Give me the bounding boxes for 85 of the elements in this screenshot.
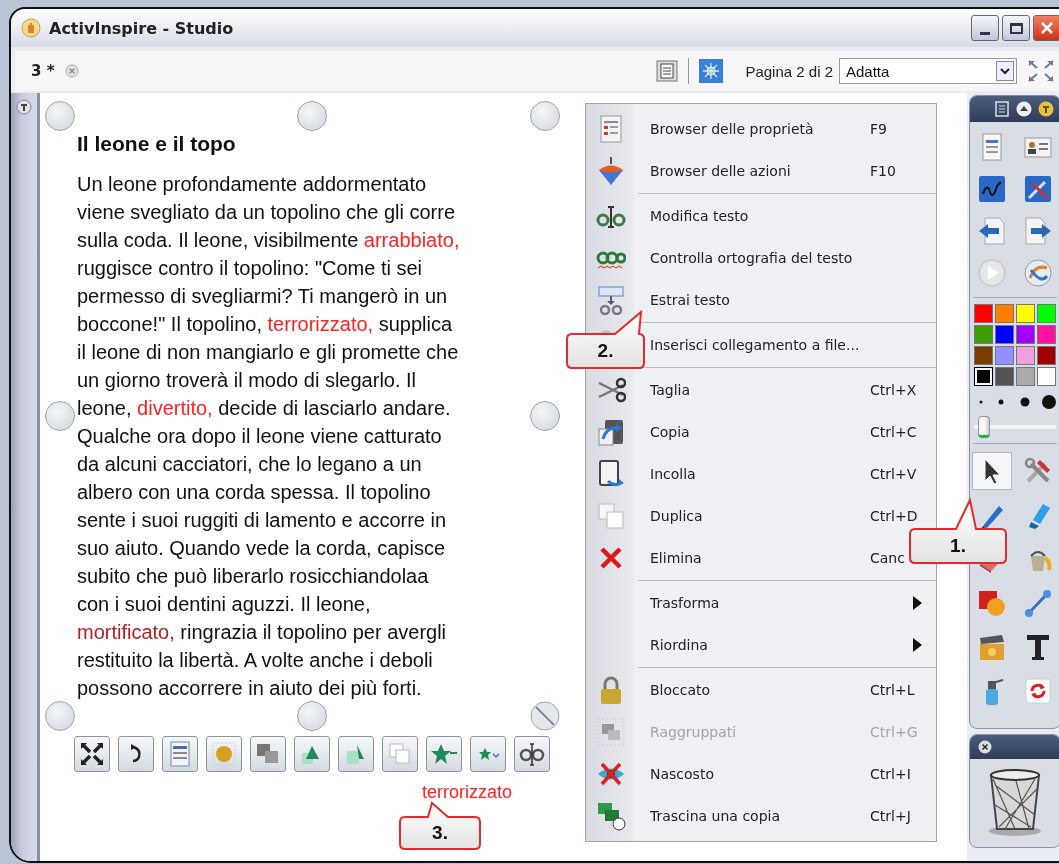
- resize-handle[interactable]: [530, 101, 560, 131]
- rotate-handle-icon[interactable]: [530, 701, 560, 731]
- resize-handle[interactable]: [530, 401, 560, 431]
- close-button[interactable]: [1033, 15, 1059, 41]
- caret-icon: [996, 61, 1014, 81]
- drag-copy-icon: [596, 801, 626, 831]
- menu-item[interactable]: Browser delle proprietà F9: [586, 108, 936, 150]
- maximize-button[interactable]: [1002, 15, 1030, 41]
- callout-tooltip: 2.: [565, 310, 647, 370]
- dragged-text: terrorizzato: [422, 781, 513, 803]
- menu-item[interactable]: Modifica testo: [586, 195, 936, 237]
- color-swatch[interactable]: [1037, 367, 1056, 386]
- menu-item[interactable]: Bloccato Ctrl+L: [586, 669, 936, 711]
- tools-icon: [1023, 174, 1053, 204]
- color-swatch[interactable]: [995, 304, 1014, 323]
- color-swatch[interactable]: [995, 325, 1014, 344]
- color-swatch[interactable]: [1016, 346, 1035, 365]
- menu-item[interactable]: Incolla Ctrl+V: [586, 453, 936, 495]
- color-swatch[interactable]: [1016, 325, 1035, 344]
- color-swatch[interactable]: [974, 346, 993, 365]
- color-swatch[interactable]: [1037, 325, 1056, 344]
- group-icon: [596, 717, 626, 747]
- menu-item[interactable]: Trasforma: [586, 582, 936, 624]
- connector-icon: [1023, 588, 1053, 618]
- color-swatch[interactable]: [974, 367, 993, 386]
- clapperboard-icon: [977, 632, 1007, 662]
- resize-handle[interactable]: [297, 101, 327, 131]
- window-title: ActivInspire - Studio: [49, 18, 234, 38]
- page-icon[interactable]: [994, 101, 1010, 117]
- color-swatch[interactable]: [995, 367, 1014, 386]
- network-icon[interactable]: [699, 59, 724, 83]
- minimize-button[interactable]: [971, 15, 999, 41]
- play-icon: [977, 258, 1007, 288]
- color-swatch[interactable]: [1016, 304, 1035, 323]
- extract-icon: [596, 285, 626, 315]
- submenu-arrow-icon: [913, 596, 922, 610]
- paste-icon: [596, 459, 626, 489]
- zoom-dropdown[interactable]: Adatta: [839, 58, 1017, 84]
- text-title: Il leone e il topo: [77, 131, 237, 157]
- menu-item[interactable]: Trascina una copia Ctrl+J: [586, 795, 936, 837]
- color-swatch[interactable]: [1037, 304, 1056, 323]
- menu-item[interactable]: Duplica Ctrl+D: [586, 495, 936, 537]
- previous-page-icon: [977, 216, 1007, 246]
- menu-item[interactable]: Browser delle azioni F10: [586, 150, 936, 192]
- menu-item[interactable]: Taglia Ctrl+X: [586, 369, 936, 411]
- color-swatch[interactable]: [1016, 367, 1035, 386]
- page-tab[interactable]: 3 *: [15, 54, 59, 88]
- duplicate-icon: [596, 501, 626, 531]
- pin-icon[interactable]: [1038, 101, 1054, 117]
- fullscreen-icon[interactable]: [1027, 59, 1055, 83]
- resize-handle[interactable]: [45, 701, 75, 731]
- pin-icon[interactable]: [16, 99, 32, 115]
- tool-button[interactable]: [972, 452, 1012, 490]
- collapse-icon[interactable]: [1016, 101, 1032, 117]
- shapes-icon: [977, 588, 1007, 618]
- menu-item[interactable]: Nascosto Ctrl+I: [586, 753, 936, 795]
- close-icon: [1039, 20, 1055, 36]
- story-paragraph: Un leone profondamente addormentato viene svegliato da un topolino che gli corre sulla coda. Il leone, visibilmente arrabbiato, ruggisce contro il topolino: "Come ti sei permesso di svegliarmi? Ti mangerò in un boccone!" Il topolino, terrorizzato, supplica il leone di non mangiarlo e gli promette che un giorno troverà il modo di slegarlo. Il leone, divertito, decide di lasciarlo andare. Qualche ora dopo il leone viene catturato da alcuni cacciatori, che lo legano a un albero con una corda spessa. Il topolino sente i suoi ruggiti di lamento e accorre in suo aiuto. Quando vede la corda, capisce subito che può liberarlo rosicchiandolaa con i suoi dentini aguzzi. Il leone, mortificato, ringrazia il topolino per avergli restituito la libertà. A volte anche i deboli possono accorrere in aiuto dei più forti.: [77, 172, 460, 701]
- spinning-top-icon: [596, 156, 626, 186]
- next-page-icon: [1023, 216, 1053, 246]
- menu-item[interactable]: Copia Ctrl+C: [586, 411, 936, 453]
- resize-handle[interactable]: [45, 101, 75, 131]
- object-tool-button[interactable]: [118, 736, 154, 772]
- resize-handle[interactable]: [45, 401, 75, 431]
- color-swatch[interactable]: [995, 346, 1014, 365]
- color-swatch[interactable]: [974, 325, 993, 344]
- page-view-icon[interactable]: [656, 60, 679, 82]
- refresh-icon: [1023, 676, 1053, 706]
- color-swatch[interactable]: [1037, 346, 1056, 365]
- scissors-icon: [596, 375, 626, 405]
- color-swatch[interactable]: [974, 304, 993, 323]
- page-indicator: Pagina 2 di 2: [745, 62, 833, 80]
- clipboard-icon: [596, 417, 626, 447]
- menu-item[interactable]: Controlla ortografia del testo: [586, 237, 936, 279]
- menu-item[interactable]: Riordina: [586, 624, 936, 666]
- app-logo-icon: [21, 18, 41, 38]
- close-icon[interactable]: [978, 740, 992, 754]
- object-tool-button[interactable]: [514, 736, 550, 772]
- callout-tooltip: 3.: [398, 801, 484, 851]
- resize-handle[interactable]: [297, 701, 327, 731]
- submenu-arrow-icon: [913, 638, 922, 652]
- signature-pen-icon: [977, 174, 1007, 204]
- shape-blob-icon: [209, 739, 239, 769]
- globe-swirl-icon: [1023, 258, 1053, 288]
- object-tool-button[interactable]: [74, 736, 110, 772]
